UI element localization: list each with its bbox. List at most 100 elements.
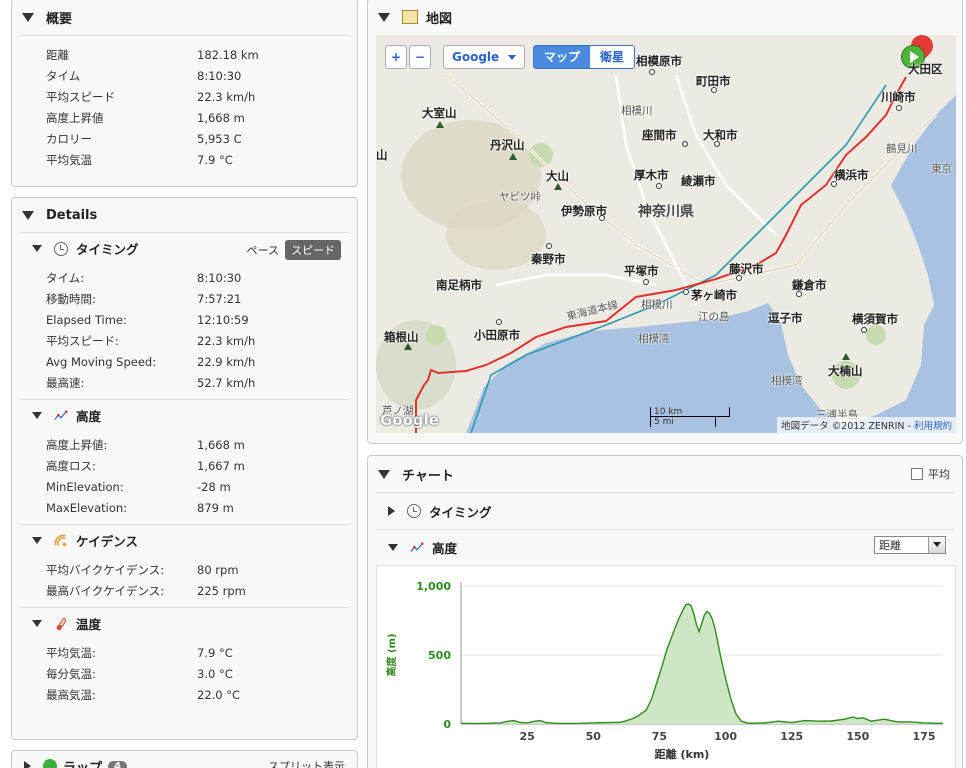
scale-mi: 5 mi: [650, 417, 716, 427]
x-tick-label: 25: [519, 730, 534, 743]
timing-row: Elapsed Time: 12:10:59: [46, 309, 349, 330]
map-label: 相模川: [641, 299, 673, 311]
elevation-row: MinElevation: -28 m: [46, 476, 349, 497]
city-dot: [599, 215, 605, 221]
zoom-in-button[interactable]: +: [385, 45, 407, 69]
summary-header[interactable]: 概要: [12, 0, 357, 35]
chart-timing-header[interactable]: タイミング: [376, 492, 954, 529]
timing-title: タイミング: [76, 242, 139, 257]
y-tick-label: 1,000: [416, 580, 451, 593]
collapse-triangle-icon[interactable]: [32, 245, 42, 252]
timing-row: Avg Moving Speed: 22.9 km/h: [46, 351, 349, 372]
map-label: 座間市: [642, 128, 677, 142]
map-scale: 10 km 5 mi: [650, 407, 730, 431]
expand-triangle-icon[interactable]: [24, 761, 31, 768]
elevation-label: MaxElevation:: [46, 500, 128, 515]
elevation-section-header[interactable]: 高度: [20, 399, 349, 431]
timing-value: 12:10:59: [197, 312, 249, 327]
city-dot: [649, 69, 655, 75]
split-view-link[interactable]: スプリット表示: [268, 758, 345, 768]
laps-title: ラップ: [63, 760, 103, 768]
terms-link[interactable]: 利用規約: [914, 421, 952, 432]
details-header[interactable]: Details: [12, 198, 357, 232]
map-label: 丹沢山: [490, 138, 525, 152]
map-label: 大山: [546, 169, 569, 183]
city-dot: [682, 141, 688, 147]
city-dot: [861, 327, 867, 333]
checkbox-box[interactable]: [911, 468, 923, 480]
summary-label: タイム: [46, 68, 81, 83]
elevation-label: 高度上昇値:: [46, 437, 108, 452]
collapse-triangle-icon[interactable]: [32, 620, 42, 627]
map-label: 相模湾: [638, 333, 670, 345]
elevation-chart[interactable]: 0 500 1,000 25 50 75 100 125 150 175 距離 (km) 高度 (m): [376, 565, 956, 768]
map-label: 横浜市: [834, 168, 869, 182]
elevation-label: MinElevation:: [46, 479, 124, 494]
summary-row: 平均スピード 22.3 km/h: [46, 86, 357, 107]
average-checkbox[interactable]: 平均: [911, 466, 950, 482]
map-label: 神奈川県: [638, 204, 694, 220]
chart-header[interactable]: チャート 平均: [368, 456, 962, 492]
peak-marker: [404, 343, 412, 350]
peak-marker: [436, 121, 444, 128]
elevation-title: 高度: [76, 409, 102, 424]
cadence-icon: [54, 534, 67, 546]
temperature-label: 平均気温:: [46, 645, 96, 660]
temperature-row: 平均気温: 7.9 °C: [46, 642, 349, 663]
collapse-triangle-icon[interactable]: [378, 469, 390, 479]
city-dot: [831, 181, 837, 187]
city-dot: [496, 319, 502, 325]
map-provider-label: Google: [452, 50, 500, 64]
temperature-title: 温度: [76, 617, 102, 632]
map-type-map-button[interactable]: マップ: [534, 46, 591, 68]
timing-section-header[interactable]: タイミング ペース スピード: [20, 232, 349, 264]
timing-value: 22.9 km/h: [197, 354, 256, 369]
expand-triangle-icon[interactable]: [388, 506, 395, 516]
pace-speed-toggle[interactable]: ペース スピード: [241, 240, 341, 260]
temperature-value: 3.0 °C: [197, 666, 233, 681]
summary-title: 概要: [46, 11, 73, 27]
summary-value: 22.3 km/h: [197, 89, 256, 104]
map-label: 東京: [931, 163, 952, 175]
collapse-triangle-icon[interactable]: [22, 12, 34, 22]
temperature-label: 毎分気温:: [46, 666, 96, 681]
timing-value: 7:57:21: [197, 291, 242, 306]
pace-toggle-button[interactable]: ペース: [241, 240, 285, 260]
chart-panel: チャート 平均 タイミング 高度 距離 0 500 1,000 25 50 75 100 12…: [367, 455, 963, 768]
route-map[interactable]: + − Google マップ 衛星 相模原市 町田市 相模川 大室山 座間市 大…: [376, 35, 956, 433]
cadence-label: 最高バイクケイデンス:: [46, 583, 165, 598]
map-provider-select[interactable]: Google: [443, 45, 525, 69]
map-header[interactable]: 地図: [368, 0, 962, 35]
map-canvas: [376, 73, 956, 433]
map-label: 江の島: [698, 311, 730, 323]
x-axis-select[interactable]: 距離: [874, 536, 946, 554]
elevation-row: 高度ロス: 1,667 m: [46, 455, 349, 476]
collapse-triangle-icon[interactable]: [22, 210, 34, 220]
chart-elevation-header[interactable]: 高度 距離: [376, 529, 954, 565]
temperature-section-header[interactable]: 温度: [20, 607, 349, 639]
summary-label: カロリー: [46, 131, 92, 146]
collapse-triangle-icon[interactable]: [32, 537, 42, 544]
summary-row: タイム 8:10:30: [46, 65, 357, 86]
cadence-row: 平均バイクケイデンス: 80 rpm: [46, 559, 349, 580]
map-attribution: 地図データ ©2012 ZENRIN - 利用規約: [777, 417, 956, 433]
summary-panel: 概要 距離 182.18 km タイム 8:10:30 平均スピード 22.3 km/h 高…: [11, 0, 358, 187]
map-type-toggle[interactable]: マップ 衛星: [533, 45, 636, 69]
collapse-triangle-icon[interactable]: [388, 544, 398, 551]
chart-timing-title: タイミング: [429, 504, 492, 520]
collapse-triangle-icon[interactable]: [32, 412, 42, 419]
chart-title: チャート: [402, 468, 454, 484]
map-label: 大室山: [422, 106, 457, 120]
map-type-satellite-button[interactable]: 衛星: [590, 46, 635, 68]
elevation-label: 高度ロス:: [46, 458, 96, 473]
temperature-row: 最高気温: 22.0 °C: [46, 684, 349, 705]
x-tick-label: 50: [586, 730, 602, 743]
google-logo: Google: [380, 411, 439, 429]
timing-label: タイム:: [46, 270, 85, 285]
y-tick-label: 0: [443, 718, 451, 731]
cadence-section-header[interactable]: ケイデンス: [20, 524, 349, 556]
speed-toggle-button[interactable]: スピード: [285, 240, 341, 260]
collapse-triangle-icon[interactable]: [378, 12, 390, 22]
zoom-out-button[interactable]: −: [409, 45, 431, 69]
map-label: 箱根山: [384, 330, 419, 344]
